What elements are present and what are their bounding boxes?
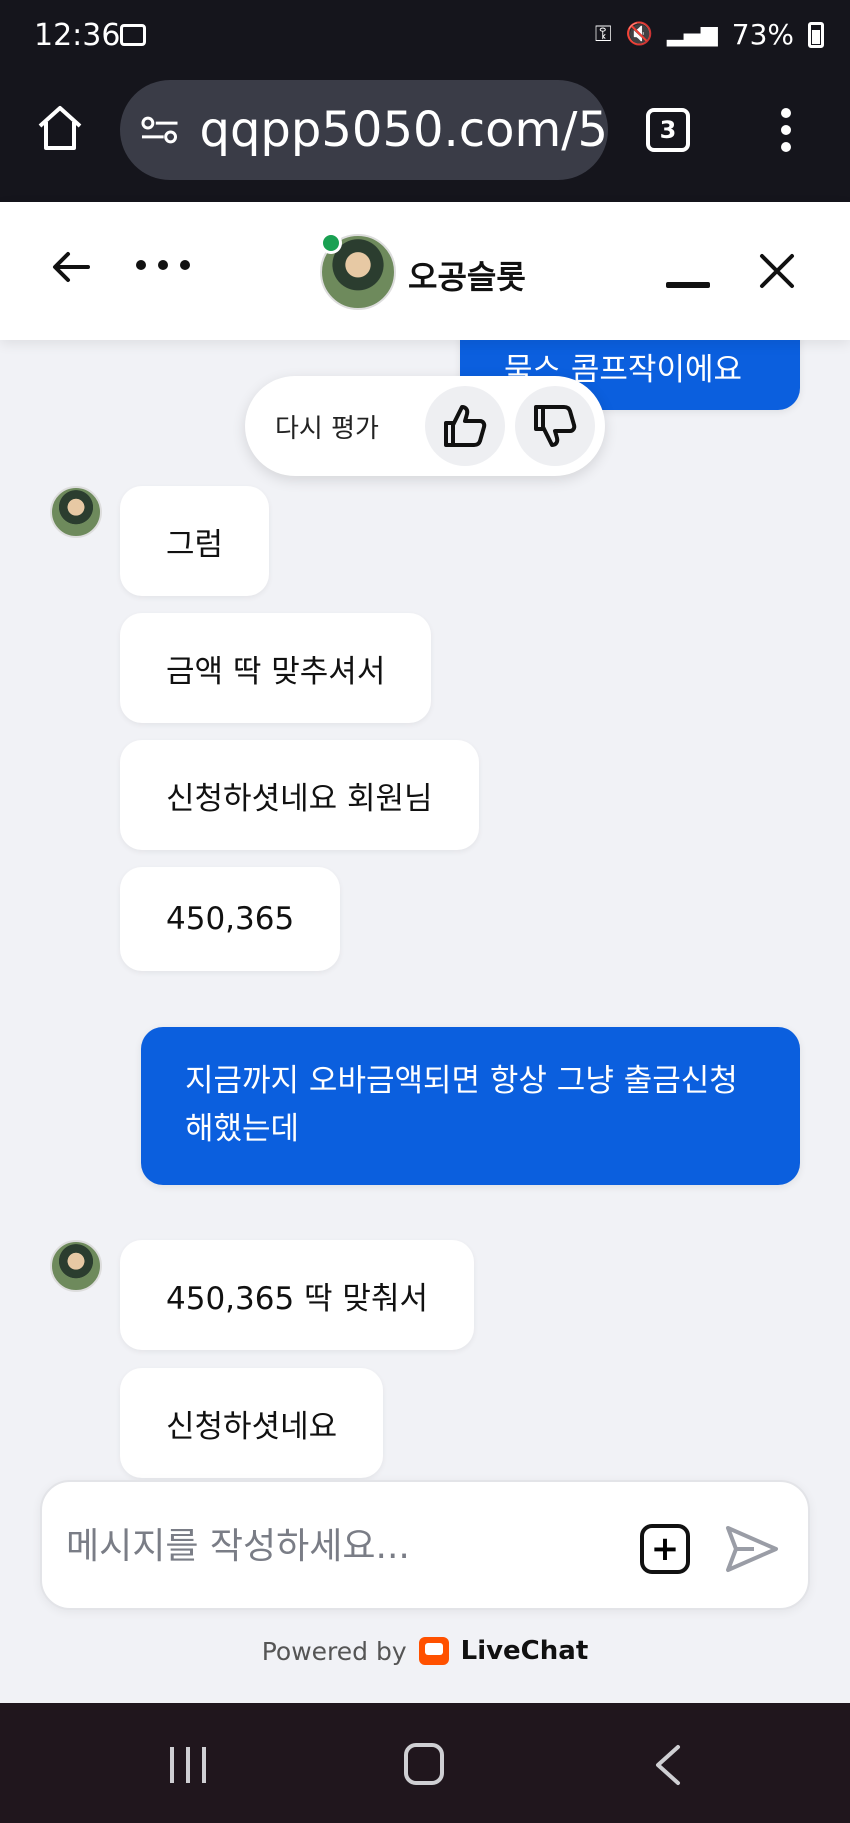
rating-bar: 다시 평가	[245, 376, 605, 476]
message-input[interactable]	[66, 1518, 626, 1574]
recent-apps-icon[interactable]	[170, 1747, 206, 1783]
battery-icon	[808, 21, 824, 48]
powered-by-text: Powered by	[261, 1636, 407, 1666]
thumbs-down-icon	[534, 405, 577, 447]
message-list[interactable]: 묵스 콤프작이에요 다시 평가 그럼 금액 딱 맞추셔서 신청하셧네요 회원님 …	[0, 340, 850, 1480]
message-composer: +	[40, 1480, 810, 1610]
key-icon: ⚿	[594, 22, 612, 47]
incoming-message: 신청하셧네요 회원님	[120, 740, 479, 850]
incoming-message: 450,365	[120, 867, 341, 971]
minimize-icon[interactable]	[666, 282, 710, 288]
address-bar[interactable]: qqpp5050.com/5	[120, 80, 608, 180]
close-icon[interactable]	[758, 252, 796, 290]
incoming-message: 450,365 딱 맞춰서	[120, 1240, 474, 1350]
agent-name: 오공슬롯	[408, 258, 526, 296]
battery-level: 73%	[731, 18, 794, 51]
incoming-message: 신청하셧네요	[120, 1368, 384, 1478]
status-time: 12:36	[34, 18, 121, 53]
status-icons: ⚿ 🔇 ▂▄▆ 73%	[595, 18, 824, 51]
send-icon[interactable]	[724, 1522, 780, 1576]
home-icon[interactable]	[34, 102, 86, 154]
system-nav-bar	[0, 1703, 850, 1823]
incoming-message: 그럼	[120, 486, 270, 596]
thumbs-up-button[interactable]	[425, 386, 505, 466]
rating-label: 다시 평가	[275, 413, 379, 444]
livechat-brand[interactable]: LiveChat	[461, 1636, 589, 1666]
livechat-logo-icon	[418, 1637, 449, 1665]
image-icon	[120, 24, 146, 46]
outgoing-message: 지금까지 오바금액되면 항상 그냥 출금신청해했는데	[141, 1027, 800, 1185]
agent-avatar-small	[50, 1240, 102, 1292]
online-status-dot	[320, 232, 342, 254]
agent-avatar-small	[50, 486, 102, 538]
tune-icon[interactable]	[140, 115, 179, 145]
back-arrow-icon[interactable]	[50, 246, 92, 288]
mute-icon: 🔇	[625, 22, 653, 47]
thumbs-down-button[interactable]	[515, 386, 595, 466]
incoming-message: 금액 딱 맞추셔서	[120, 613, 432, 723]
powered-by: Powered by LiveChat	[0, 1636, 850, 1666]
tab-switcher-button[interactable]: 3	[646, 108, 690, 152]
nav-back-icon[interactable]	[648, 1743, 688, 1787]
browser-toolbar: qqpp5050.com/5 3	[0, 72, 850, 202]
nav-home-icon[interactable]	[404, 1743, 444, 1785]
signal-icon: ▂▄▆	[667, 22, 718, 47]
thumbs-up-icon	[444, 405, 487, 447]
browser-menu-button[interactable]	[778, 108, 794, 152]
more-icon[interactable]	[136, 260, 190, 274]
chat-header: 오공슬롯	[0, 202, 850, 340]
add-icon[interactable]: +	[640, 1524, 690, 1574]
url-text: qqpp5050.com/5	[199, 102, 608, 158]
status-bar: 12:36 ⚿ 🔇 ▂▄▆ 73%	[0, 0, 850, 72]
